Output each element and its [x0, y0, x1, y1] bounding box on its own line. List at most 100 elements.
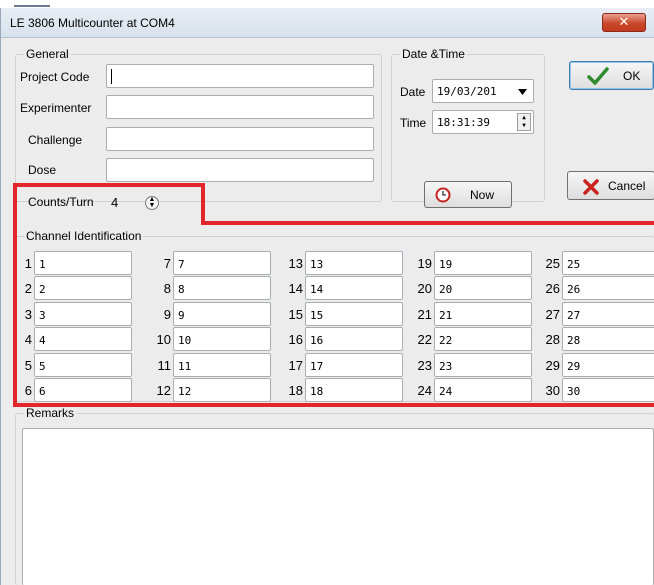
channel-field[interactable]: 5: [34, 353, 132, 377]
ok-button[interactable]: OK: [569, 61, 654, 90]
channel-field[interactable]: 18: [305, 378, 403, 402]
channel-field[interactable]: 26: [562, 276, 654, 300]
dose-label: Dose: [28, 163, 57, 177]
channel-field[interactable]: 3: [34, 302, 132, 326]
channel-field[interactable]: 6: [34, 378, 132, 402]
channel-value: 29: [567, 360, 581, 373]
channel-field[interactable]: 2: [34, 276, 132, 300]
channel-number-label: 9: [163, 307, 171, 322]
channel-value: 22: [439, 334, 453, 347]
highlight-outline-top-right: [201, 221, 654, 225]
cancel-label: Cancel: [608, 179, 646, 193]
channel-value: 23: [439, 360, 453, 373]
highlight-outline-top-left: [13, 183, 205, 187]
channel-value: 10: [178, 334, 192, 347]
channel-field[interactable]: 1: [34, 251, 132, 275]
date-label: Date: [400, 85, 426, 99]
channel-field[interactable]: 27: [562, 302, 654, 326]
channel-number-label: 13: [288, 256, 303, 271]
time-spinner-icon[interactable]: ▲ ▼: [517, 113, 531, 131]
channel-field[interactable]: 25: [562, 251, 654, 275]
channel-number-label: 22: [417, 332, 432, 347]
channel-field[interactable]: 8: [173, 276, 271, 300]
counts-turn-label: Counts/Turn: [28, 195, 94, 209]
channel-value: 9: [178, 309, 185, 322]
date-picker[interactable]: 19/03/201: [432, 79, 534, 103]
now-button[interactable]: Now: [424, 181, 512, 208]
challenge-field[interactable]: [106, 127, 374, 151]
channel-value: 26: [567, 283, 581, 296]
cancel-button[interactable]: Cancel: [567, 171, 654, 200]
channel-number-label: 28: [545, 332, 560, 347]
title-bar: LE 3806 Multicounter at COM4 ✕: [1, 8, 654, 38]
general-group-label: General: [24, 47, 71, 61]
now-label: Now: [470, 188, 495, 202]
channel-number-label: 2: [24, 281, 32, 296]
channel-field[interactable]: 9: [173, 302, 271, 326]
channel-field[interactable]: 20: [434, 276, 532, 300]
channel-value: 6: [39, 385, 46, 398]
channel-value: 14: [310, 283, 324, 296]
channel-field[interactable]: 4: [34, 327, 132, 351]
clock-icon: [435, 187, 451, 203]
project-code-field[interactable]: [106, 64, 374, 88]
channel-field[interactable]: 30: [562, 378, 654, 402]
close-button[interactable]: ✕: [602, 13, 646, 32]
channel-number-label: 10: [156, 332, 171, 347]
remarks-group-label: Remarks: [24, 406, 77, 420]
channel-field[interactable]: 14: [305, 276, 403, 300]
channel-value: 28: [567, 334, 581, 347]
channel-number-label: 6: [24, 383, 32, 398]
channel-value: 25: [567, 258, 581, 271]
project-code-label: Project Code: [20, 70, 90, 84]
channel-value: 27: [567, 309, 581, 322]
channel-field[interactable]: 23: [434, 353, 532, 377]
channel-number-label: 29: [545, 358, 560, 373]
channel-field[interactable]: 24: [434, 378, 532, 402]
remarks-textarea[interactable]: [22, 428, 654, 585]
channel-field[interactable]: 12: [173, 378, 271, 402]
channel-field[interactable]: 10: [173, 327, 271, 351]
time-label: Time: [400, 116, 427, 130]
channel-number-label: 4: [24, 332, 32, 347]
channel-value: 19: [439, 258, 453, 271]
channel-number-label: 20: [417, 281, 432, 296]
counts-spinner-icon[interactable]: ▲ ▼: [145, 196, 159, 210]
channel-field[interactable]: 22: [434, 327, 532, 351]
channel-field[interactable]: 21: [434, 302, 532, 326]
channel-number-label: 26: [545, 281, 560, 296]
channel-group-label: Channel Identification: [24, 229, 144, 243]
channel-field[interactable]: 17: [305, 353, 403, 377]
challenge-label: Challenge: [28, 133, 83, 147]
channel-field[interactable]: 16: [305, 327, 403, 351]
highlight-outline-left: [13, 183, 17, 407]
checkmark-icon: [587, 67, 609, 85]
time-field[interactable]: 18:31:39 ▲ ▼: [432, 110, 534, 134]
channel-number-label: 7: [163, 256, 171, 271]
channel-number-label: 14: [288, 281, 303, 296]
experimenter-field[interactable]: [106, 95, 374, 119]
channel-field[interactable]: 19: [434, 251, 532, 275]
channel-field[interactable]: 11: [173, 353, 271, 377]
channel-number-label: 30: [545, 383, 560, 398]
channel-number-label: 8: [163, 281, 171, 296]
top-edge-mark: [14, 5, 50, 7]
channel-field[interactable]: 13: [305, 251, 403, 275]
channel-field[interactable]: 15: [305, 302, 403, 326]
counts-turn-value[interactable]: 4: [111, 195, 118, 210]
chevron-down-icon[interactable]: [518, 89, 527, 95]
channel-value: 18: [310, 385, 324, 398]
channel-field[interactable]: 7: [173, 251, 271, 275]
channel-field[interactable]: 28: [562, 327, 654, 351]
channel-number-label: 27: [545, 307, 560, 322]
dose-field[interactable]: [106, 158, 374, 182]
channel-field[interactable]: 29: [562, 353, 654, 377]
channel-number-label: 19: [417, 256, 432, 271]
channel-number-label: 12: [156, 383, 171, 398]
experimenter-label: Experimenter: [20, 101, 92, 115]
window-title: LE 3806 Multicounter at COM4: [10, 16, 175, 30]
channel-number-label: 15: [288, 307, 303, 322]
text-caret: [111, 69, 112, 84]
channel-number-label: 1: [24, 256, 32, 271]
date-value: 19/03/201: [437, 85, 497, 98]
